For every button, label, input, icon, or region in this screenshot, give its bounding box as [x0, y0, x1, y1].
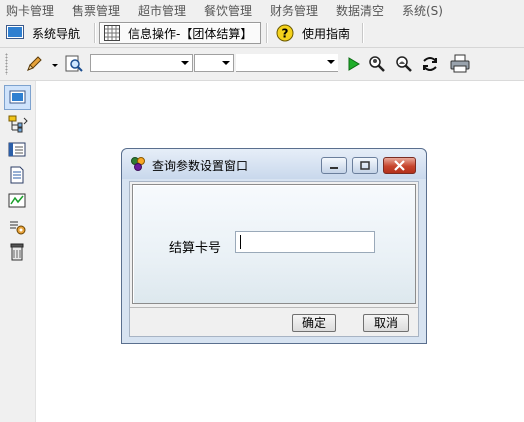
system-nav-button[interactable]: 系统导航: [6, 22, 92, 44]
dialog-title: 查询参数设置窗口: [152, 159, 249, 173]
window-icon: [6, 25, 26, 41]
tree-icon[interactable]: [8, 115, 28, 133]
menu-system[interactable]: 系统(S): [402, 2, 443, 19]
ok-button[interactable]: 确定: [292, 314, 336, 332]
maximize-button[interactable]: [352, 157, 378, 174]
find-icon[interactable]: [64, 54, 84, 74]
chevron-down-icon: [181, 61, 189, 65]
dialog-client-area: 结算卡号 确定 取消: [129, 181, 419, 337]
menu-bar: 购卡管理 售票管理 超市管理 餐饮管理 财务管理 数据清空 系统(S): [0, 0, 524, 20]
cancel-button[interactable]: 取消: [363, 314, 409, 332]
system-nav-label: 系统导航: [32, 26, 81, 41]
text-caret: [240, 235, 241, 249]
svg-text:?: ?: [282, 27, 289, 41]
print-icon[interactable]: [449, 54, 470, 74]
filter-combo-1[interactable]: [90, 54, 193, 72]
refresh-icon[interactable]: [420, 54, 440, 74]
footer-divider: [130, 307, 418, 308]
menu-dining-management[interactable]: 餐饮管理: [204, 2, 252, 19]
search-user-icon[interactable]: [394, 54, 414, 74]
query-params-dialog: 查询参数设置窗口 结算卡号 确定 取消: [121, 148, 427, 344]
menu-ticket-management[interactable]: 售票管理: [72, 2, 120, 19]
list-icon[interactable]: [8, 141, 28, 159]
help-guide-button[interactable]: ? 使用指南: [276, 22, 360, 44]
main-toolbar: [0, 48, 524, 81]
search-person-icon[interactable]: [367, 54, 387, 74]
left-tool-strip: [0, 81, 36, 422]
document-icon[interactable]: [8, 166, 28, 184]
filter-combo-2[interactable]: [194, 54, 234, 72]
settings-icon[interactable]: [8, 218, 28, 236]
chart-icon[interactable]: [8, 192, 28, 210]
grid-icon: [104, 25, 122, 41]
minimize-icon: [330, 167, 338, 169]
card-number-label: 结算卡号: [169, 241, 222, 256]
menu-finance-management[interactable]: 财务管理: [270, 2, 318, 19]
help-icon: ?: [276, 24, 296, 42]
menu-data-clear[interactable]: 数据清空: [336, 2, 384, 19]
pencil-dropdown-icon[interactable]: [52, 64, 58, 67]
card-number-input[interactable]: [235, 231, 375, 253]
close-icon: [394, 160, 405, 171]
menu-card-management[interactable]: 购卡管理: [6, 2, 54, 19]
trash-icon[interactable]: [8, 243, 28, 261]
chevron-down-icon: [327, 60, 335, 64]
filter-combo-3[interactable]: [236, 54, 338, 72]
dialog-titlebar[interactable]: 查询参数设置窗口: [122, 149, 426, 179]
help-guide-label: 使用指南: [302, 26, 351, 41]
minimize-button[interactable]: [321, 157, 347, 174]
toolbar-grip[interactable]: [5, 53, 8, 75]
menu-supermarket-management[interactable]: 超市管理: [138, 2, 186, 19]
close-button[interactable]: [383, 157, 416, 174]
restore-icon: [360, 161, 370, 170]
info-ops-label: 信息操作-【团体结算】: [128, 26, 253, 41]
app-icon: [130, 156, 148, 172]
dialog-input-panel: 结算卡号: [132, 184, 416, 304]
chevron-down-icon: [222, 61, 230, 65]
play-icon[interactable]: [344, 54, 364, 74]
pencil-icon[interactable]: [24, 54, 44, 74]
window-icon[interactable]: [4, 85, 31, 110]
nav-toolbar: 系统导航 信息操作-【团体结算】 ? 使用指南: [0, 20, 524, 48]
info-ops-tab[interactable]: 信息操作-【团体结算】: [99, 22, 261, 44]
